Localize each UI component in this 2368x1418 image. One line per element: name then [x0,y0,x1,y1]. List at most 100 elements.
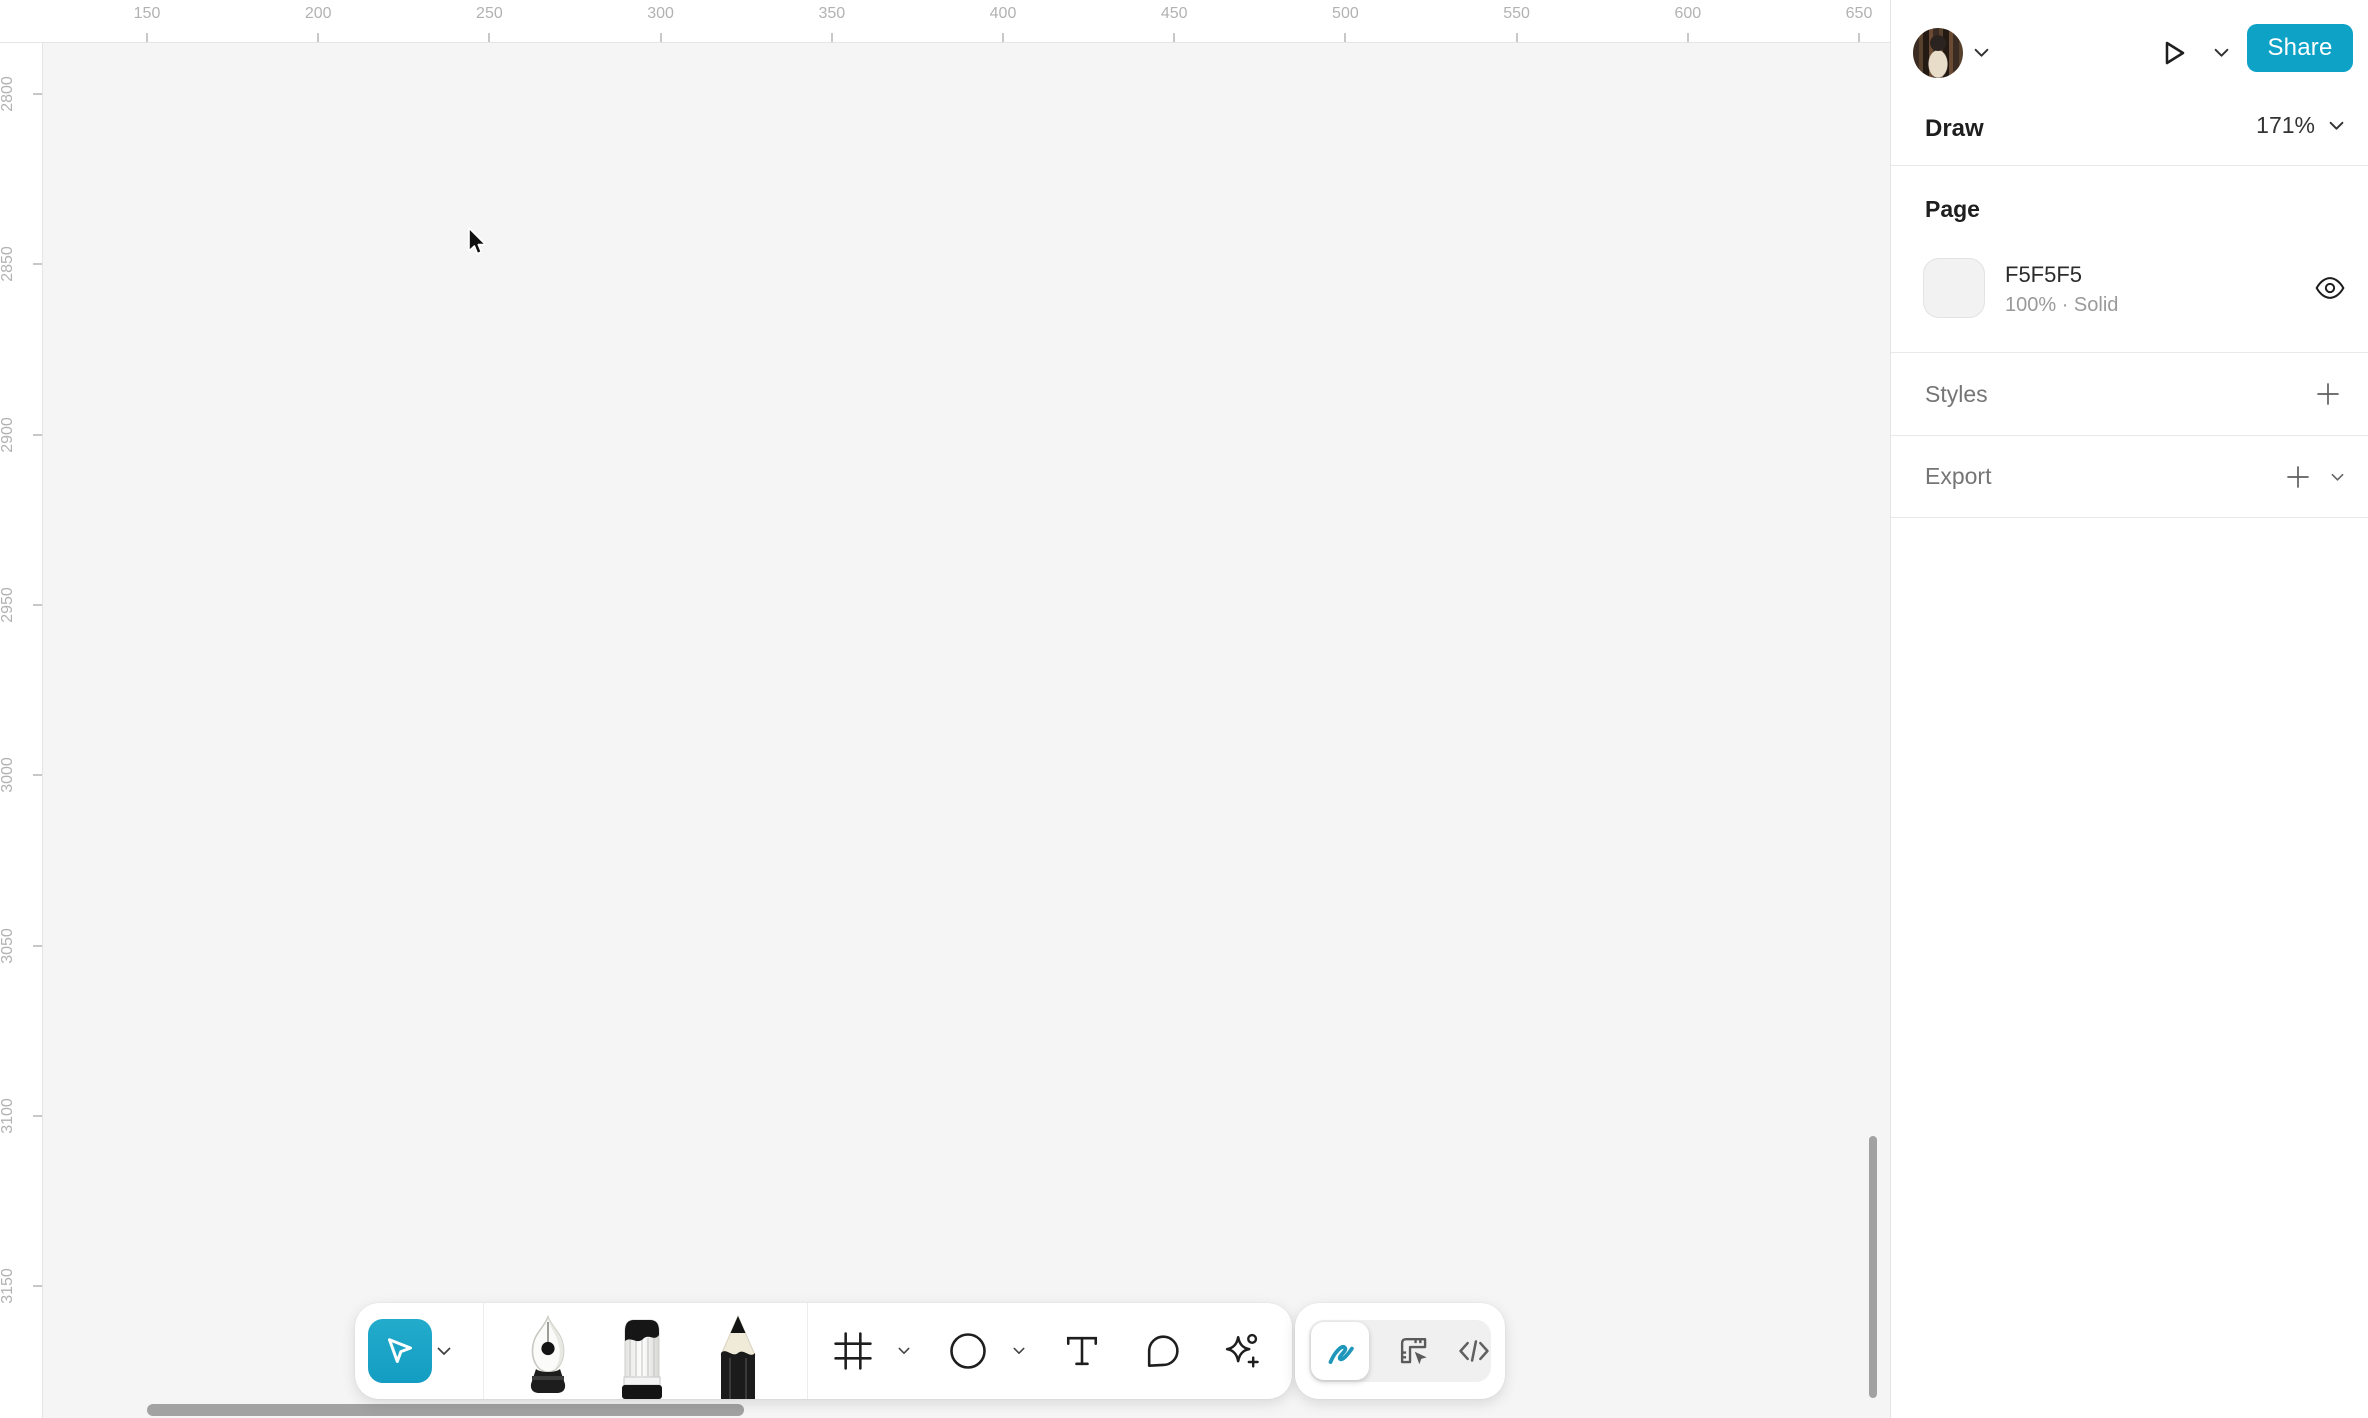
toolbar-divider [483,1303,484,1399]
mouse-cursor-icon [462,225,488,259]
sparkle-plus-icon [1218,1329,1262,1373]
share-button[interactable]: Share [2247,24,2353,72]
mode-draw-button[interactable] [1311,1322,1369,1380]
plus-icon [2314,380,2342,408]
ruler-label: 3100 [0,1094,16,1138]
ruler-tick [1173,33,1175,42]
ruler-tick [1516,33,1518,42]
ruler-label: 3000 [0,753,16,797]
zoom-value: 171% [2256,112,2315,139]
ruler-label: 2800 [0,72,16,116]
mode-dev-button[interactable] [1454,1331,1494,1371]
brush-tool[interactable] [612,1314,672,1399]
chevron-down-icon [1974,48,1989,58]
shape-tool-chevron[interactable] [1011,1345,1027,1357]
ruler-label: 600 [1674,5,1701,23]
avatar-chevron[interactable] [1973,47,1989,59]
add-export-button[interactable] [2283,462,2313,492]
export-expand-chevron[interactable] [2329,471,2345,483]
eye-icon [2314,276,2346,300]
ruler-label: 350 [818,5,845,23]
page-fill-swatch[interactable] [1923,258,1985,318]
play-icon [2157,37,2189,69]
panel-divider [1891,352,2368,353]
frame-grid-icon [831,1329,875,1373]
ruler-tick [1344,33,1346,42]
ruler-tick [33,434,42,436]
add-style-button[interactable] [2313,379,2343,409]
chevron-down-icon [2329,121,2344,131]
fountain-pen-tool[interactable] [520,1314,576,1399]
chevron-down-icon [898,1347,910,1355]
chevron-down-icon [437,1347,451,1356]
ruler-tick [146,33,148,42]
ai-actions-button[interactable] [1218,1329,1262,1373]
select-tool-button[interactable] [368,1319,432,1383]
page-fill-hex[interactable]: F5F5F5 [2005,262,2082,288]
comment-tool-button[interactable] [1140,1329,1184,1373]
horizontal-ruler: 150200250300350400450500550600650 [0,0,1890,43]
toolbar-main [355,1303,1292,1399]
ruler-label: 450 [1161,5,1188,23]
plus-icon [2284,463,2312,491]
ruler-label: 300 [647,5,674,23]
ruler-label: 250 [476,5,503,23]
zoom-control[interactable]: 171% [2256,112,2344,139]
chevron-down-icon [2214,48,2229,58]
ruler-tick [33,945,42,947]
ruler-tick [831,33,833,42]
ruler-tick [33,93,42,95]
ruler-label: 650 [1846,5,1873,23]
ruler-label: 550 [1503,5,1530,23]
ruler-tick [488,33,490,42]
ruler-tick [33,774,42,776]
ruler-label: 2950 [0,583,16,627]
styles-section-title: Styles [1925,381,1988,408]
ruler-label: 3150 [0,1264,16,1308]
ruler-tick [660,33,662,42]
frame-tool-chevron[interactable] [896,1345,912,1357]
ruler-label: 500 [1332,5,1359,23]
ruler-label: 150 [134,5,161,23]
canvas[interactable]: 150200250300350400450500550600650 280028… [0,0,1890,1418]
toolbar-mode-switcher [1295,1303,1505,1399]
horizontal-scrollbar[interactable] [147,1404,744,1416]
text-tool-button[interactable] [1060,1329,1104,1373]
panel-divider [1891,165,2368,166]
vertical-scrollbar[interactable] [1869,1136,1877,1398]
mode-group [1309,1320,1491,1382]
circle-shape-icon [946,1329,990,1373]
mode-label: Draw [1925,115,1984,143]
chevron-down-icon [2331,473,2344,482]
present-chevron[interactable] [2213,47,2229,59]
ruler-label: 3050 [0,924,16,968]
ruler-tick [33,1115,42,1117]
right-panel: Share Draw 171% Page F5F5F5 100% · Solid… [1890,0,2368,1418]
fill-visibility-button[interactable] [2313,274,2347,302]
cursor-arrow-icon [382,1333,418,1369]
ruler-label: 2850 [0,242,16,286]
page-fill-detail[interactable]: 100% · Solid [2005,294,2118,317]
select-tool-chevron[interactable] [436,1345,452,1357]
ruler-tick [33,1285,42,1287]
code-icon [1455,1332,1493,1370]
frame-tool-button[interactable] [831,1329,875,1373]
panel-divider [1891,435,2368,436]
ruler-tick [1858,33,1860,42]
text-t-icon [1060,1329,1104,1373]
ruler-tick [33,604,42,606]
mode-design-button[interactable] [1394,1331,1434,1371]
user-avatar[interactable] [1913,28,1963,78]
ruler-cursor-icon [1395,1332,1433,1370]
chevron-down-icon [1013,1347,1025,1355]
vertical-ruler: 2800 2850 2900 2950 3000 3050 3100 3150 [0,43,43,1418]
ruler-tick [1002,33,1004,42]
ruler-label: 2900 [0,413,16,457]
export-section-title: Export [1925,463,1991,490]
figma-draw-app: 150200250300350400450500550600650 280028… [0,0,2368,1418]
shape-tool-button[interactable] [946,1329,990,1373]
ruler-label: 200 [305,5,332,23]
toolbar-divider [807,1303,808,1399]
pencil-tool[interactable] [710,1314,766,1399]
present-button[interactable] [2155,35,2191,71]
